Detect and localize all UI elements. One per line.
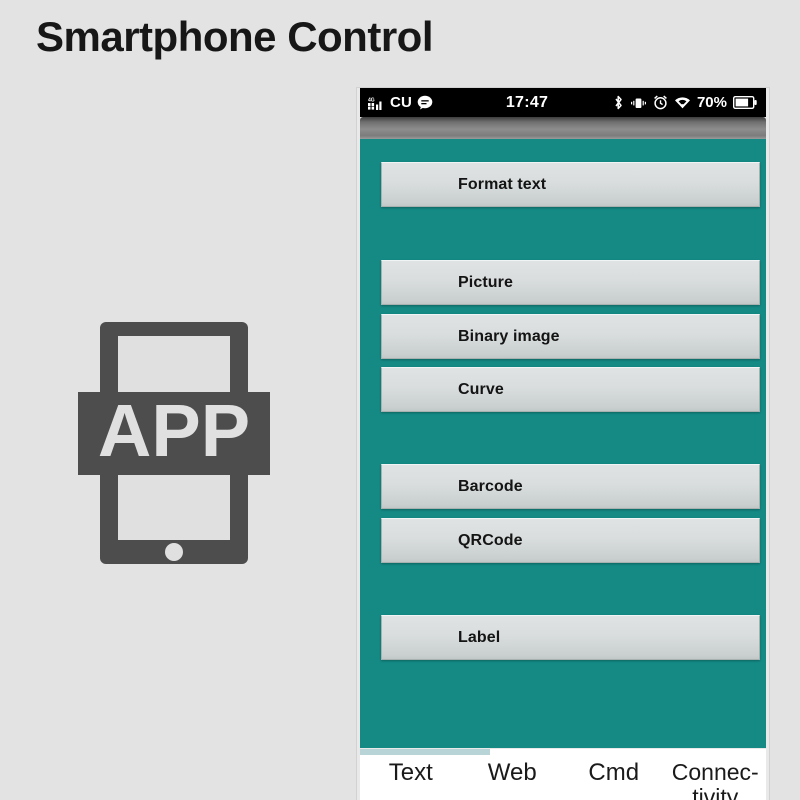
tab-connectivity[interactable]: Connec- tivity [665, 755, 767, 800]
button-format-text[interactable]: Format text [381, 162, 760, 207]
tab-cmd[interactable]: Cmd [563, 755, 665, 800]
status-bar: 4G CU 17:47 70% [360, 88, 766, 117]
status-bar-left: 4G CU [360, 94, 433, 111]
wifi-icon [674, 96, 691, 109]
battery-icon [732, 95, 757, 110]
phone-mockup: 4G CU 17:47 70% Format text Picture Bina… [357, 88, 769, 800]
button-label: QRCode [458, 531, 523, 549]
button-label: Picture [458, 273, 513, 291]
status-bar-clock: 17:47 [505, 93, 549, 111]
tab-text[interactable]: Text [360, 755, 462, 800]
button-label: Barcode [458, 477, 523, 495]
button-picture[interactable]: Picture [381, 260, 760, 305]
app-icon-label: APP [98, 389, 250, 472]
app-icon: APP [78, 322, 270, 564]
button-label[interactable]: Label [381, 615, 760, 660]
tab-bar: Text Web Cmd Connec- tivity [360, 755, 766, 800]
bluetooth-icon [613, 95, 624, 110]
button-label: Curve [458, 380, 504, 398]
button-label-text: Label [458, 628, 501, 646]
tab-label: Web [487, 759, 537, 786]
app-title-bar [360, 117, 766, 139]
alarm-clock-icon [653, 95, 668, 110]
button-label: Format text [458, 175, 547, 193]
button-binary-image[interactable]: Binary image [381, 314, 760, 359]
button-label: Binary image [458, 327, 560, 345]
button-qrcode[interactable]: QRCode [381, 518, 760, 563]
status-bar-right: 70% [613, 94, 766, 111]
button-curve[interactable]: Curve [381, 367, 760, 412]
chat-bubble-icon [417, 95, 433, 110]
carrier-label: CU [390, 94, 413, 111]
button-barcode[interactable]: Barcode [381, 464, 760, 509]
tab-label: Connec- tivity [671, 759, 759, 800]
tab-label: Cmd [588, 759, 640, 786]
vibrate-icon [630, 96, 647, 110]
page-title: Smartphone Control [36, 13, 434, 60]
svg-text:4G: 4G [368, 97, 375, 103]
tablet-app-icon: APP [78, 322, 270, 564]
battery-percentage: 70% [696, 94, 727, 111]
tab-web[interactable]: Web [462, 755, 564, 800]
signal-4g-icon: 4G [368, 96, 385, 110]
tab-label: Text [388, 759, 433, 786]
app-content: Format text Picture Binary image Curve B… [360, 139, 766, 748]
